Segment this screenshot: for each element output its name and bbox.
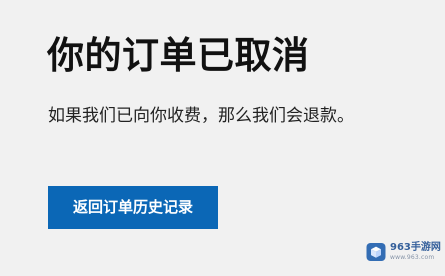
content-panel: 你的订单已取消 如果我们已向你收费，那么我们会退款。 返回订单历史记录 [0,0,445,276]
watermark-sub-text: www.963.com [390,254,435,261]
refund-message: 如果我们已向你收费，那么我们会退款。 [48,106,354,126]
order-cancelled-page: 你的订单已取消 如果我们已向你收费，那么我们会退款。 返回订单历史记录 963手… [0,0,445,276]
return-to-order-history-button[interactable]: 返回订单历史记录 [48,186,218,229]
box-logo-icon [366,243,386,261]
page-title: 你的订单已取消 [47,34,310,77]
watermark-main-text: 963手游网 [390,242,441,253]
site-watermark: 963手游网 www.963.com [365,238,441,266]
watermark-text: 963手游网 www.963.com [390,243,441,261]
